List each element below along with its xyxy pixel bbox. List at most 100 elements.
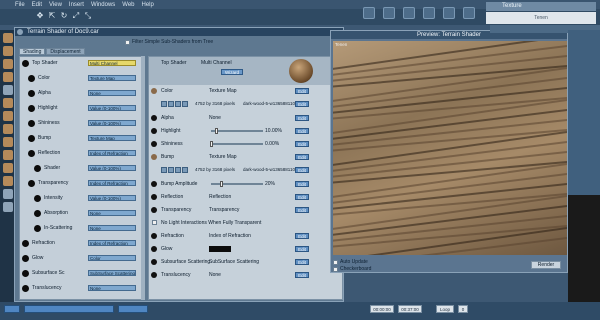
edit-button[interactable]: Edit [295, 154, 309, 160]
slider-knob[interactable] [214, 128, 218, 134]
loop-select[interactable]: Loop [436, 305, 454, 313]
paint-tool-icon[interactable] [3, 33, 13, 43]
menu-item-web[interactable]: Web [122, 2, 134, 8]
edit-button[interactable]: Edit [295, 167, 309, 173]
channel-node-icon[interactable] [151, 141, 157, 147]
shader-type-select[interactable]: None [88, 210, 136, 216]
transport-buttons[interactable] [24, 305, 114, 313]
texture-tool-icon[interactable] [182, 167, 188, 173]
play-controls-icon[interactable] [4, 305, 20, 313]
grid-toolbar-icon[interactable] [423, 6, 435, 19]
tree-scrollbar[interactable] [141, 56, 145, 300]
menu-item-view[interactable]: View [49, 2, 62, 8]
shader-type-select[interactable]: Texture Map [88, 75, 136, 81]
no-light-checkbox[interactable] [152, 220, 157, 225]
channel-node-icon[interactable] [151, 233, 157, 239]
tree-node[interactable]: Reflection Index of Refraction [20, 149, 143, 158]
taper-tool-icon[interactable] [3, 137, 13, 147]
shader-type-select[interactable]: Color [88, 255, 136, 261]
texture-tool-icon[interactable] [175, 167, 181, 173]
time-start-field[interactable]: 00:00:00 [370, 305, 394, 313]
tree-node[interactable]: Refraction Index of Refraction [20, 239, 143, 248]
tree-node[interactable]: Color Texture Map [20, 74, 143, 83]
channel-node-icon[interactable] [151, 181, 157, 187]
edit-button[interactable]: Edit [295, 233, 309, 239]
shader-type-select[interactable]: SubSurface Scattering [88, 270, 136, 276]
shader-type-select[interactable]: None [88, 225, 136, 231]
channel-node-icon[interactable] [151, 246, 157, 252]
auto-update-checkbox[interactable] [333, 259, 338, 265]
eraser-tool-icon[interactable] [3, 59, 13, 69]
tree-node[interactable]: Intensity Value (0-100%) [20, 194, 143, 203]
tree-node[interactable]: Shininess Value (0-100%) [20, 119, 143, 128]
menu-item-insert[interactable]: Insert [69, 2, 84, 8]
chain-tool-icon[interactable] [3, 150, 13, 160]
close-icon[interactable] [17, 29, 23, 35]
texture-tool-icon[interactable] [175, 101, 181, 107]
edit-button[interactable]: Edit [295, 128, 309, 134]
tree-node[interactable]: Shader Value (0-100%) [20, 164, 143, 173]
channel-node-icon[interactable] [151, 128, 157, 134]
camera-toolbar-icon[interactable] [383, 6, 395, 19]
tab-shading[interactable]: Shading [19, 48, 46, 55]
shader-type-select[interactable]: Value (0-100%) [88, 165, 136, 171]
rotate-icon[interactable]: ↻ [60, 12, 68, 20]
edit-button[interactable]: Edit [295, 246, 309, 252]
value-slider[interactable] [211, 143, 263, 145]
move-icon[interactable]: ✥ [36, 12, 44, 20]
material-toolbar-icon[interactable] [443, 6, 455, 19]
edit-button[interactable]: Edit [295, 88, 309, 94]
menu-item-help[interactable]: Help [142, 2, 154, 8]
glow-color-swatch[interactable] [209, 246, 231, 252]
channel-node-icon[interactable] [151, 194, 157, 200]
texture-tool-icon[interactable] [161, 167, 167, 173]
fps-field[interactable]: 0 [458, 305, 468, 313]
shader-type-select[interactable]: None [88, 90, 136, 96]
shader-type-select[interactable]: None [88, 285, 136, 291]
edit-button[interactable]: Edit [295, 115, 309, 121]
channel-node-icon[interactable] [151, 88, 157, 94]
slider-knob[interactable] [219, 181, 223, 187]
value-slider[interactable] [211, 130, 263, 132]
shader-type-select[interactable]: Index of Refraction [88, 150, 136, 156]
tenen-bar[interactable]: Tenen [486, 12, 596, 24]
hair-tool-icon[interactable] [3, 176, 13, 186]
light-toolbar-icon[interactable] [403, 6, 415, 19]
pose-tool-icon[interactable] [3, 98, 13, 108]
menu-item-edit[interactable]: Edit [32, 2, 42, 8]
value-slider[interactable] [211, 183, 263, 185]
tree-node[interactable]: Absorption None [20, 209, 143, 218]
shader-type-select[interactable]: Value (0-100%) [88, 120, 136, 126]
slider-knob[interactable] [209, 141, 213, 147]
wizard-button[interactable]: Wizard [221, 69, 243, 75]
channel-node-icon[interactable] [151, 259, 157, 265]
render-button[interactable]: Render [531, 261, 561, 269]
shader-type-select[interactable]: Index of Refraction [88, 240, 136, 246]
tree-node[interactable]: Alpha None [20, 89, 143, 98]
texture-tool-icon[interactable] [168, 101, 174, 107]
edit-button[interactable]: Edit [295, 101, 309, 107]
texture-tool-icon[interactable] [168, 167, 174, 173]
tree-node[interactable]: Highlight Value (0-100%) [20, 104, 143, 113]
edit-button[interactable]: Edit [295, 181, 309, 187]
edit-button[interactable]: Edit [295, 194, 309, 200]
filter-checkbox[interactable] [125, 39, 130, 45]
shader-type-select[interactable]: Value (0-100%) [88, 105, 136, 111]
channel-node-icon[interactable] [151, 154, 157, 160]
tab-displacement[interactable]: Displacement [46, 48, 85, 55]
edit-button[interactable]: Edit [295, 259, 309, 265]
stamp-tool-icon[interactable] [3, 72, 13, 82]
shader-type-select[interactable]: Value (0-100%) [88, 195, 136, 201]
brush-tool-icon[interactable] [3, 46, 13, 56]
checkerboard-checkbox[interactable] [333, 266, 338, 272]
bone-tool-icon[interactable] [3, 111, 13, 121]
scale-icon[interactable]: ⤢ [72, 12, 80, 20]
tree-node[interactable]: Top Shader Multi Channel [20, 59, 143, 68]
tree-node[interactable]: Bump Texture Map [20, 134, 143, 143]
menu-item-file[interactable]: File [15, 2, 25, 8]
tree-node[interactable]: Glow Color [20, 254, 143, 263]
shader-type-select[interactable]: Index of Refraction [88, 180, 136, 186]
camera-tool-icon[interactable] [3, 189, 13, 199]
keyframe-button[interactable] [118, 305, 148, 313]
select-icon[interactable]: ⇱ [48, 12, 56, 20]
